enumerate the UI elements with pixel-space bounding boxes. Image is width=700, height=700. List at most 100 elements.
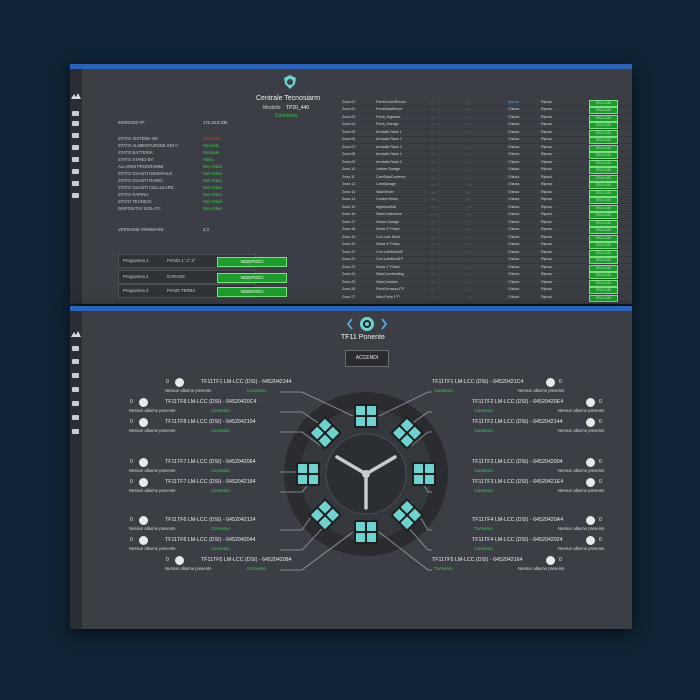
escludi-button[interactable]: ESCLUDI	[589, 122, 618, 129]
unit-name: TF11TF4 LM-LCC (DSI) - 6452042024	[472, 537, 563, 543]
unit-right-item[interactable]: TF11TF3 LM-LCC (DSI) - 64520421E4 0 Connes…	[472, 478, 632, 498]
zone-name: Porta_Garage	[376, 122, 399, 126]
zone-id: Zona 21	[342, 249, 356, 254]
unit-left-item[interactable]: 0 TF11TF8 LM-LCC (DSI) - 6452042104 Nessun…	[127, 418, 287, 438]
lamp-fixture[interactable]	[412, 462, 436, 486]
zone-dash-1: —	[431, 107, 435, 111]
zone-mode: Riposo	[541, 197, 553, 201]
escludi-button[interactable]: ESCLUDI	[589, 107, 618, 114]
back-icon[interactable]	[72, 193, 79, 198]
zone-id: Zona 10	[342, 167, 356, 171]
unit-left-item[interactable]: 0 TF11TF1 LM-LCC (DSI) - 6452042144 Nessun…	[163, 378, 323, 398]
connection-status: Connesso	[474, 407, 493, 413]
escludi-button[interactable]: ESCLUDI	[589, 287, 618, 294]
escludi-button[interactable]: ESCLUDI	[589, 242, 618, 249]
unit-right-item[interactable]: TF11TF5 LM-LCC (DSI) - 6452042164 0 Connes…	[432, 556, 592, 576]
zone-dash-1: —	[431, 234, 435, 239]
unit-right-item[interactable]: TF11TF2 LM-LCC (DSI) - 6452042144 0 Connes…	[472, 418, 632, 438]
zone-id: Zona 16	[342, 212, 356, 216]
lamp-fixture[interactable]	[354, 520, 378, 544]
escludi-button[interactable]: ESCLUDI	[589, 212, 618, 219]
escludi-button[interactable]: ESCLUDI	[589, 204, 618, 212]
escludi-button[interactable]: ESCLUDI	[589, 152, 618, 159]
alarm-status: Nessun allarme presente	[518, 387, 565, 393]
inserisci-button[interactable]: INSERISCI	[217, 272, 287, 283]
escludi-button[interactable]: ESCLUDI	[589, 174, 618, 182]
escludi-button[interactable]: ESCLUDI	[589, 129, 618, 137]
alarm-status: Nessun allarme presente	[558, 407, 605, 413]
escludi-button[interactable]: ESCLUDI	[589, 227, 618, 234]
lamp-fixture[interactable]	[354, 404, 378, 428]
escludi-button[interactable]: ESCLUDI	[589, 137, 618, 144]
list-icon[interactable]	[72, 121, 79, 126]
info-label: DISPOSITIVI ISOLATI:	[118, 206, 161, 211]
connection-status: Connesso	[247, 565, 266, 571]
monitor-icon[interactable]	[72, 157, 79, 162]
zone-state: Chiusa	[508, 137, 520, 141]
escludi-button[interactable]: ESCLUDI	[589, 167, 618, 174]
unit-right-item[interactable]: TF11TF2 LM-LCC (DSI) - 64520420E4 0 Connes…	[472, 398, 632, 418]
unit-name: TF11TF5 LM-LCC (DSI) - 6452042164	[432, 557, 523, 563]
zone-mode: Riposo	[541, 227, 553, 231]
escludi-button[interactable]: ESCLUDI	[589, 182, 618, 189]
zone-dash-1: —	[431, 294, 435, 299]
escludi-button[interactable]: ESCLUDI	[589, 294, 618, 302]
unit-right-item[interactable]: TF11TF4 LM-LCC (DSI) - 64520420A4 0 Connes…	[472, 516, 632, 536]
zone-state: Chiusa	[508, 182, 520, 186]
escludi-button[interactable]: ESCLUDI	[589, 234, 618, 242]
shield-icon	[284, 75, 296, 89]
connection-status: Connesso	[211, 427, 230, 433]
alarm-bell-icon	[139, 536, 148, 545]
unit-left-item[interactable]: 0 TF11TF7 LM-LCC (DSI) - 6452042064 Nessun…	[127, 458, 287, 478]
connection-status: Connesso	[474, 427, 493, 433]
alarm-bell-icon	[139, 516, 148, 525]
unit-left-item[interactable]: 0 TF11TF8 LM-LCC (DSI) - 64520420C4 Nessun…	[127, 398, 287, 418]
escludi-button[interactable]: ESCLUDI	[589, 279, 618, 287]
zone-dash-2: —	[467, 272, 471, 276]
lamp-fixture[interactable]	[296, 462, 320, 486]
unit-left-item[interactable]: 0 TF11TF6 LM-LCC (DSI) - 6452042044 Nessun…	[127, 536, 287, 556]
notification-icon[interactable]	[72, 111, 79, 116]
inserisci-button[interactable]: INSERISCI	[217, 286, 287, 297]
panel-title: Centrale Tecnosiarm	[256, 95, 321, 102]
zone-id: Zona 04	[342, 122, 356, 126]
escludi-button[interactable]: ESCLUDI	[589, 197, 618, 204]
document-icon[interactable]	[72, 181, 79, 186]
zone-id: Zona 14	[342, 197, 356, 201]
escludi-button[interactable]: ESCLUDI	[589, 159, 618, 167]
zone-state: Chiusa	[508, 159, 520, 164]
mail-icon[interactable]	[72, 145, 79, 150]
unit-left-item[interactable]: 0 TF11TF5 LM-LCC (DSI) - 6452042084 Nessun…	[163, 556, 323, 576]
unit-right-item[interactable]: TF11TF3 LM-LCC (DSI) - 6452042004 0 Connes…	[472, 458, 632, 478]
alarm-bell-icon	[175, 556, 184, 565]
zone-mode: Riposo	[541, 129, 553, 134]
zone-mode: Riposo	[541, 174, 553, 179]
zone-name: Armadio Rack 4	[376, 152, 402, 156]
info-label: STATO BATTERIA:	[118, 150, 154, 155]
escludi-button[interactable]: ESCLUDI	[589, 257, 618, 264]
zone-id: Zona 11	[342, 174, 355, 179]
calendar-icon[interactable]	[72, 169, 79, 174]
window-titlebar	[70, 64, 632, 69]
camera-icon[interactable]	[72, 133, 79, 138]
zone-id: Zona 05	[342, 129, 356, 134]
escludi-button[interactable]: ESCLUDI	[589, 189, 618, 197]
info-value: Non Attivo	[203, 185, 223, 190]
inserisci-button[interactable]: INSERISCI	[217, 256, 287, 267]
escludi-button[interactable]: ESCLUDI	[589, 249, 618, 257]
unit-right-item[interactable]: TF11TF1 LM-LCC (DSI) - 64520421C4 0 Connes…	[432, 378, 592, 398]
zone-id: Zona 22	[342, 257, 356, 261]
unit-left-item[interactable]: 0 TF11TF7 LM-LCC (DSI) - 6452042184 Nessun…	[127, 478, 287, 498]
escludi-button[interactable]: ESCLUDI	[589, 264, 618, 272]
info-value: 2.3	[203, 227, 209, 232]
escludi-button[interactable]: ESCLUDI	[589, 99, 618, 107]
alarm-count: 0	[130, 419, 133, 425]
escludi-button[interactable]: ESCLUDI	[589, 272, 618, 279]
escludi-button[interactable]: ESCLUDI	[589, 219, 618, 227]
escludi-button[interactable]: ESCLUDI	[589, 114, 618, 122]
unit-right-item[interactable]: TF11TF4 LM-LCC (DSI) - 6452042024 0 Connes…	[472, 536, 632, 556]
zone-id: Zona 17	[342, 219, 356, 224]
unit-left-item[interactable]: 0 TF11TF6 LM-LCC (DSI) - 6452042124 Nessun…	[127, 516, 287, 536]
zone-name: CamSalaConferen	[376, 174, 406, 179]
escludi-button[interactable]: ESCLUDI	[589, 144, 618, 152]
